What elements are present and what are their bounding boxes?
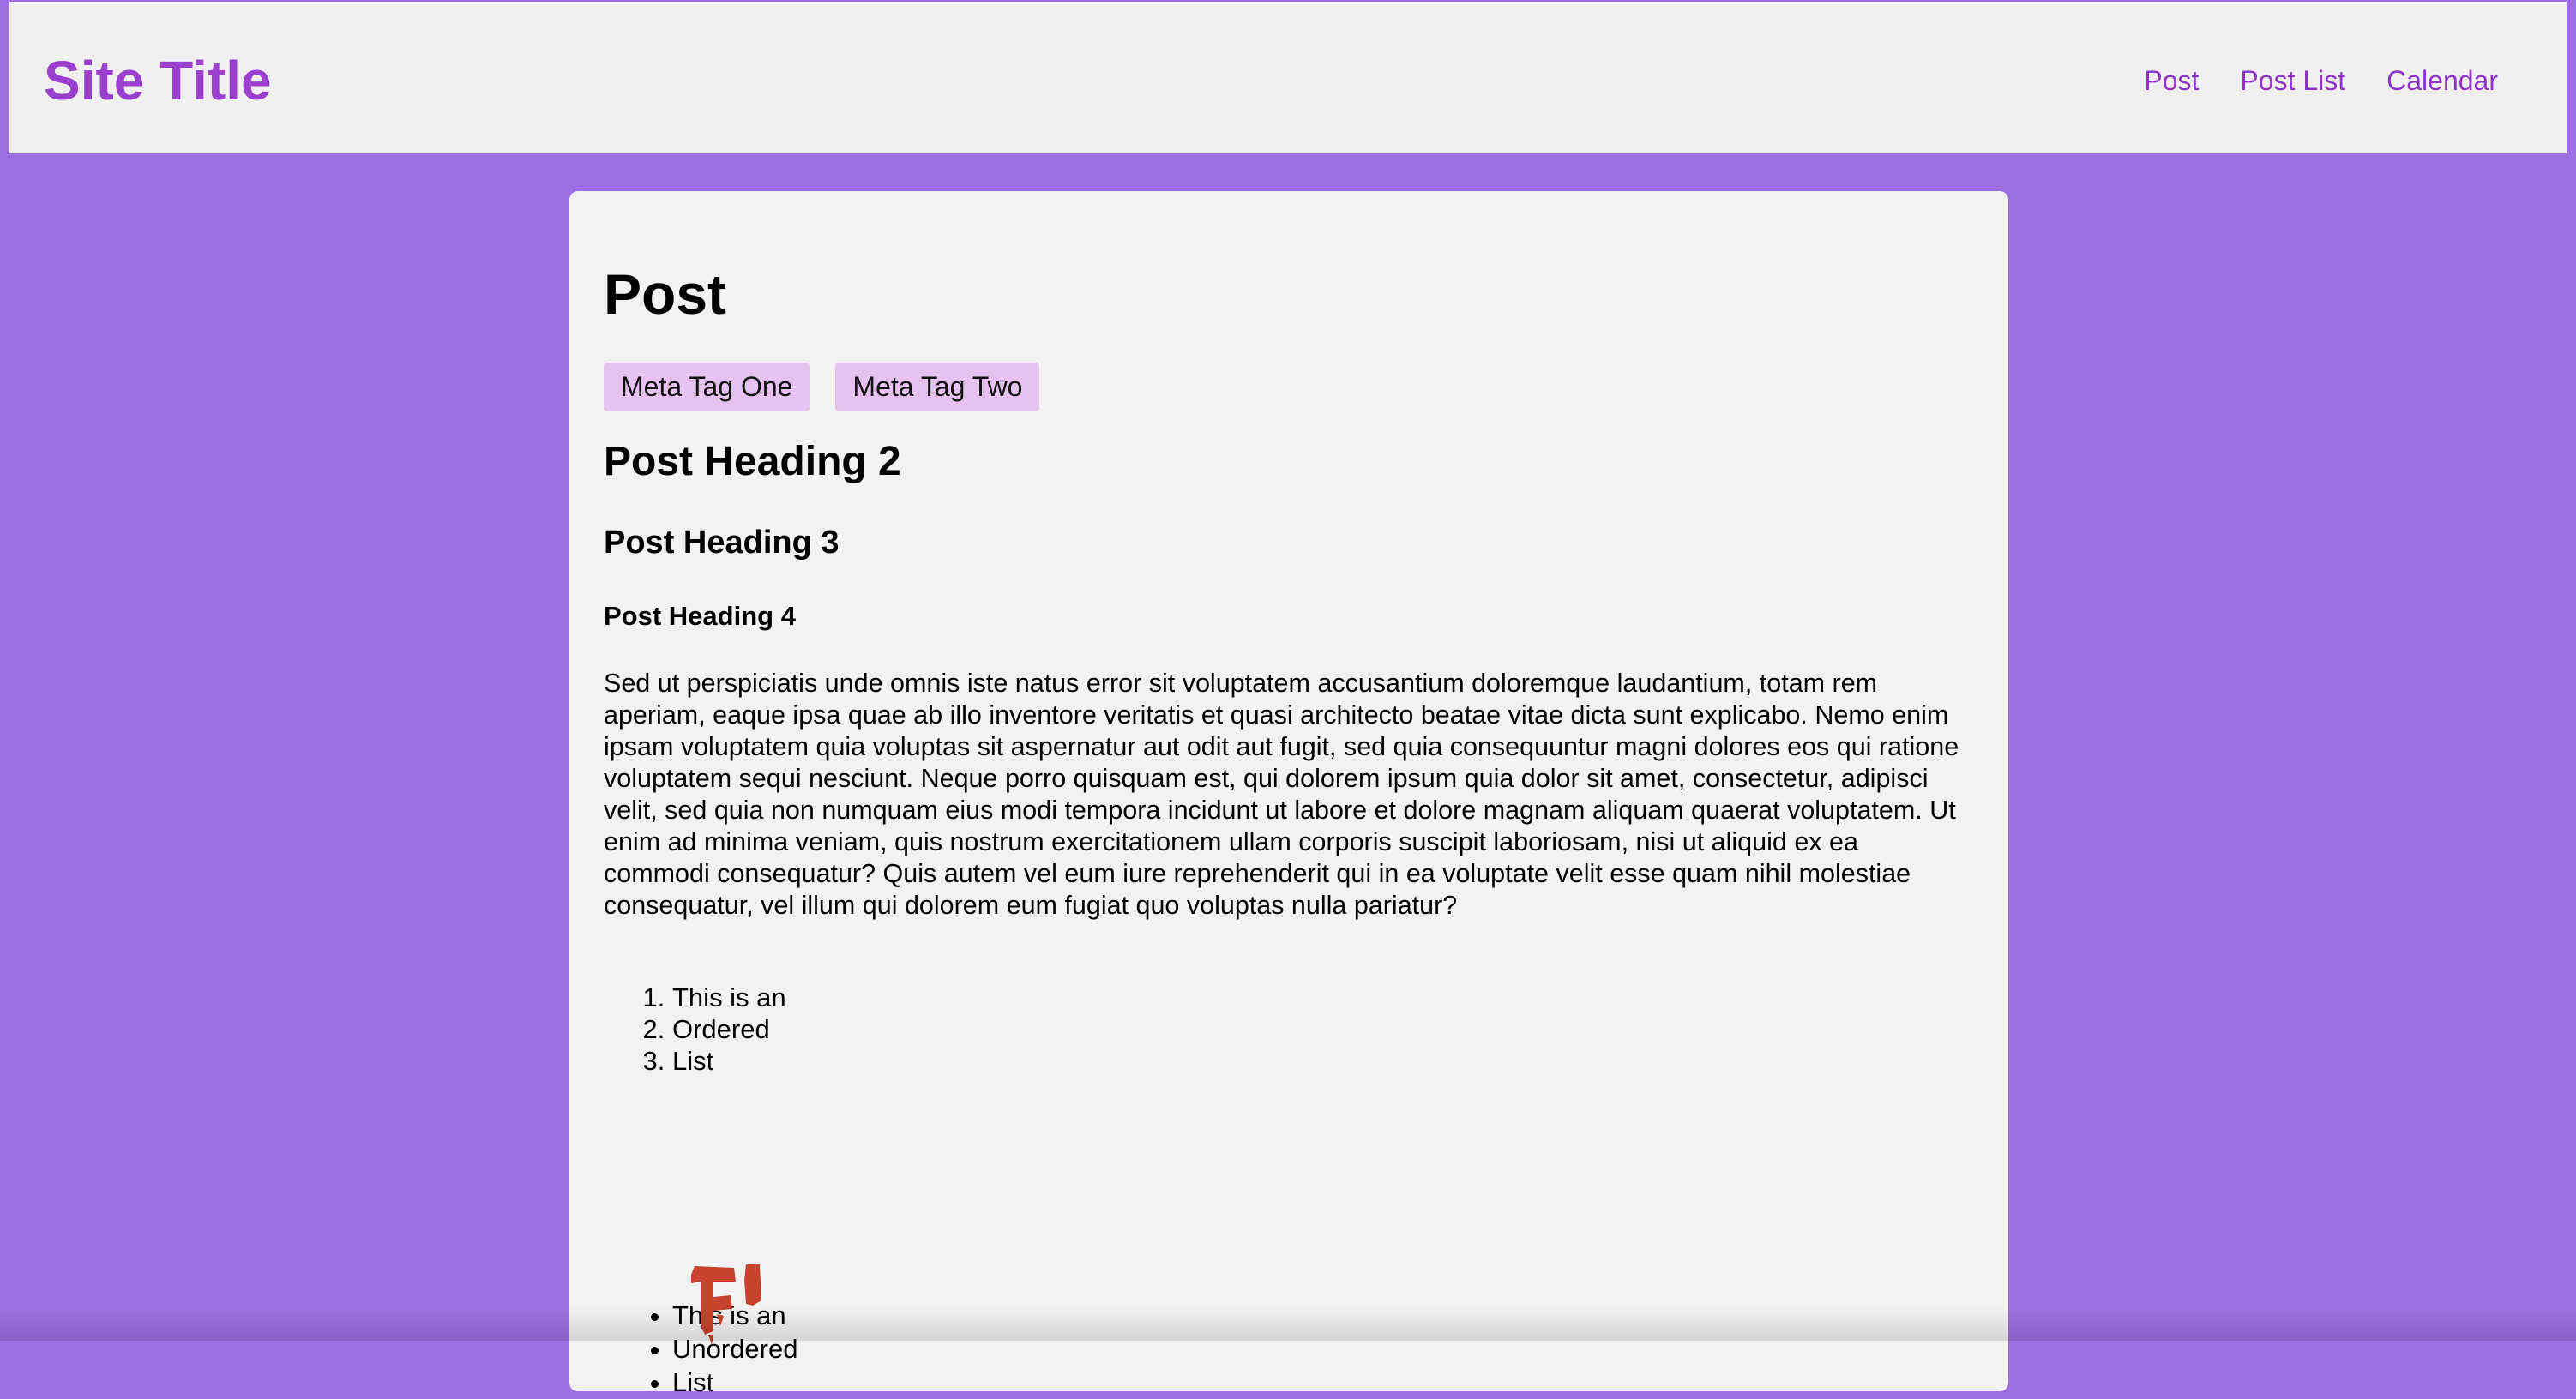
post-paragraph: Sed ut perspiciatis unde omnis iste natu… bbox=[604, 669, 1959, 920]
nav-link-post-list[interactable]: Post List bbox=[2240, 63, 2345, 98]
meta-tag-two[interactable]: Meta Tag Two bbox=[835, 363, 1040, 411]
nav-link-post[interactable]: Post bbox=[2144, 63, 2199, 98]
site-header: Site Title Post Post List Calendar bbox=[7, 0, 2569, 156]
post-image bbox=[683, 1263, 811, 1383]
post-title: Post bbox=[604, 262, 727, 326]
main-nav: Post Post List Calendar bbox=[2144, 63, 2498, 98]
nav-link-calendar[interactable]: Calendar bbox=[2386, 63, 2498, 98]
ordered-list: This is an Ordered List bbox=[604, 982, 786, 1077]
post-heading-4: Post Heading 4 bbox=[604, 601, 796, 631]
ordered-list-item: This is an bbox=[672, 982, 786, 1013]
meta-tag-one[interactable]: Meta Tag One bbox=[604, 363, 810, 411]
post-heading-3: Post Heading 3 bbox=[604, 525, 840, 561]
post-card: Post Meta Tag One Meta Tag Two Post Head… bbox=[569, 191, 2008, 1397]
meta-tags: Meta Tag One Meta Tag Two bbox=[604, 363, 1040, 411]
painted-logo-image bbox=[691, 1264, 761, 1345]
post-heading-2: Post Heading 2 bbox=[604, 439, 901, 484]
ordered-list-item: Ordered bbox=[672, 1013, 786, 1045]
ordered-list-item: List bbox=[672, 1045, 786, 1077]
site-title[interactable]: Site Title bbox=[44, 46, 272, 115]
